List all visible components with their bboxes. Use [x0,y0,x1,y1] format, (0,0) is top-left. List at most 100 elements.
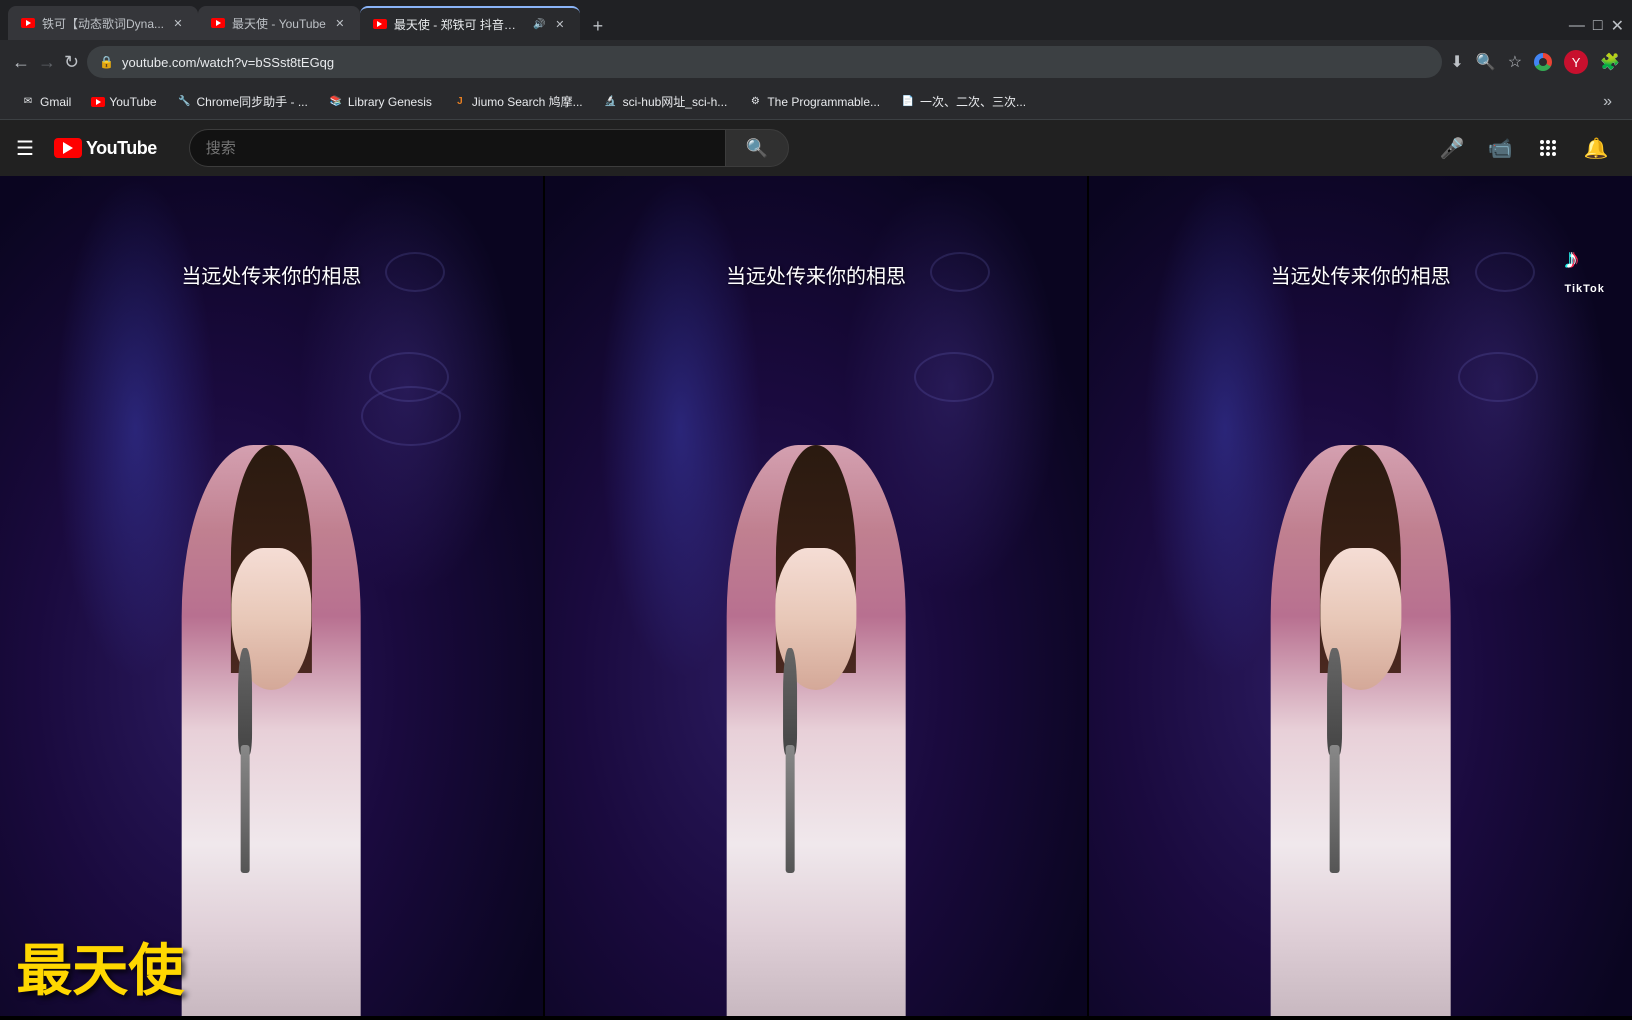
search-bar: 🔍 [189,129,789,167]
tab-3-close[interactable]: ✕ [552,16,568,32]
profile-icon[interactable]: Y [1564,50,1588,74]
address-bar: ← → ↻ 🔒 youtube.com/watch?v=bSSst8tEGqg … [0,40,1632,84]
tab-controls: — □ ✕ [1569,16,1624,40]
bookmark-gmail-label: Gmail [40,95,71,109]
bookmark-extra[interactable]: 📄 一次、二次、三次... [892,89,1034,114]
maximize-icon[interactable]: □ [1593,17,1603,35]
bookmarks-more-button[interactable]: » [1595,89,1620,115]
back-button[interactable]: ← [12,52,30,73]
bookmark-scihub-label: sci-hub网址_sci-h... [623,93,728,110]
apps-button[interactable] [1528,128,1568,168]
bookmark-library-genesis[interactable]: 📚 Library Genesis [320,90,440,114]
address-text: youtube.com/watch?v=bSSst8tEGqg [122,55,1430,70]
tiktok-brand-text: TikTok [1564,283,1604,295]
address-input[interactable]: 🔒 youtube.com/watch?v=bSSst8tEGqg [87,46,1442,78]
bookmark-library-genesis-label: Library Genesis [348,95,432,109]
panel-3-singer [1198,302,1524,1016]
mic-icon: 🎤 [1440,136,1465,161]
youtube-header: ☰ YouTube 🔍 🎤 📹 [0,120,1632,176]
bookmark-scihub[interactable]: 🔬 sci-hub网址_sci-h... [595,89,736,114]
chrome-icon [1534,53,1552,71]
lock-icon: 🔒 [99,55,114,69]
tab-2-favicon [210,15,226,31]
tab-2-close[interactable]: ✕ [332,15,348,31]
video-panel-3: 当远处传来你的相思 ♪ TikTok [1087,176,1632,1016]
tab-bar: 铁可【动态歌词Dyna... ✕ 最天使 - YouTube ✕ 最天使 - 郑… [0,0,1632,40]
tab-2[interactable]: 最天使 - YouTube ✕ [198,6,360,40]
panel-1-singer [109,302,435,1016]
scihub-favicon: 🔬 [603,94,619,110]
bookmark-programmable[interactable]: ⚙ The Programmable... [739,90,888,114]
search-icon[interactable]: 🔍 [1476,52,1496,72]
tab-3-favicon [372,16,388,32]
extra-favicon: 📄 [900,94,916,110]
bookmark-programmable-label: The Programmable... [767,95,880,109]
panel-1-mic [232,659,258,873]
tab-1-title: 铁可【动态歌词Dyna... [42,15,164,32]
bookmark-chrome-sync[interactable]: 🔧 Chrome同步助手 - ... [169,89,316,114]
close-window-icon[interactable]: ✕ [1611,16,1624,36]
camera-icon: 📹 [1488,136,1513,161]
tab-1[interactable]: 铁可【动态歌词Dyna... ✕ [8,6,198,40]
search-button[interactable]: 🔍 [725,129,789,167]
panel-1-subtitle: 当远处传来你的相思 [181,260,361,289]
bookmark-jiumo[interactable]: J Jiumo Search 鸠摩... [444,89,591,114]
address-right-icons: ⬇ 🔍 ☆ Y 🧩 [1450,50,1620,74]
search-input[interactable] [189,129,725,167]
tab-1-favicon [20,15,36,31]
bookmark-jiumo-label: Jiumo Search 鸠摩... [472,93,583,110]
library-genesis-favicon: 📚 [328,94,344,110]
panel-2-singer [653,302,979,1016]
video-panel-1: 当远处传来你的相思 最天使 [0,176,543,1016]
create-button[interactable]: 📹 [1480,128,1520,168]
new-tab-button[interactable]: + [584,12,612,40]
download-icon[interactable]: ⬇ [1450,52,1463,72]
panel-2-mic [777,659,803,873]
chrome-sync-favicon: 🔧 [177,94,193,110]
bell-icon: 🔔 [1584,136,1609,161]
bookmark-extra-label: 一次、二次、三次... [920,93,1026,110]
video-frame: 当远处传来你的相思 最天使 [0,176,1632,1016]
audio-playing-icon: 🔊 [533,19,545,30]
forward-button[interactable]: → [38,52,56,73]
panel-3-body [1271,445,1450,1016]
bookmark-youtube[interactable]: YouTube [83,91,164,113]
browser-chrome: 铁可【动态歌词Dyna... ✕ 最天使 - YouTube ✕ 最天使 - 郑… [0,0,1632,120]
programmable-favicon: ⚙ [747,94,763,110]
microphone-search-button[interactable]: 🎤 [1432,128,1472,168]
youtube-logo[interactable]: YouTube [54,138,157,159]
panel-3-subtitle: 当远处传来你的相思 [1271,260,1451,289]
youtube-logo-text: YouTube [86,138,157,159]
hamburger-menu-icon[interactable]: ☰ [16,136,34,161]
tiktok-watermark: ♪ TikTok [1564,243,1604,295]
panel-1-bottom-text: 最天使 [16,943,184,999]
refresh-button[interactable]: ↻ [64,52,79,73]
youtube-favicon [91,97,105,107]
gmail-favicon: ✉ [20,94,36,110]
bookmarks-bar: ✉ Gmail YouTube 🔧 Chrome同步助手 - ... 📚 Lib… [0,84,1632,120]
video-panels: 当远处传来你的相思 最天使 [0,176,1632,1016]
tab-3[interactable]: 最天使 - 郑铁可 抖音歌手翻... 🔊 ✕ [360,6,580,40]
tiktok-icon: ♪ [1565,243,1605,283]
bookmark-gmail[interactable]: ✉ Gmail [12,90,79,114]
tab-1-close[interactable]: ✕ [170,15,186,31]
panel-1-body [182,445,361,1016]
panel-2-subtitle: 当远处传来你的相思 [726,260,906,289]
notifications-button[interactable]: 🔔 [1576,128,1616,168]
tab-2-title: 最天使 - YouTube [232,15,326,32]
jiumo-favicon: J [452,94,468,110]
panel-2-body [726,445,905,1016]
video-content: 当远处传来你的相思 最天使 [0,176,1632,1016]
panel-3-mic [1322,659,1348,873]
grid-icon [1540,140,1556,156]
bookmark-chrome-sync-label: Chrome同步助手 - ... [197,93,308,110]
bookmark-star-icon[interactable]: ☆ [1508,52,1522,72]
video-panel-2: 当远处传来你的相思 [543,176,1088,1016]
search-button-icon: 🔍 [746,138,768,159]
minimize-icon[interactable]: — [1569,17,1585,35]
tab-3-title: 最天使 - 郑铁可 抖音歌手翻... [394,16,528,33]
youtube-app: ☰ YouTube 🔍 🎤 📹 [0,120,1632,1016]
extensions-icon[interactable]: 🧩 [1600,52,1620,72]
youtube-logo-icon [54,138,82,158]
bookmark-youtube-label: YouTube [109,95,156,109]
